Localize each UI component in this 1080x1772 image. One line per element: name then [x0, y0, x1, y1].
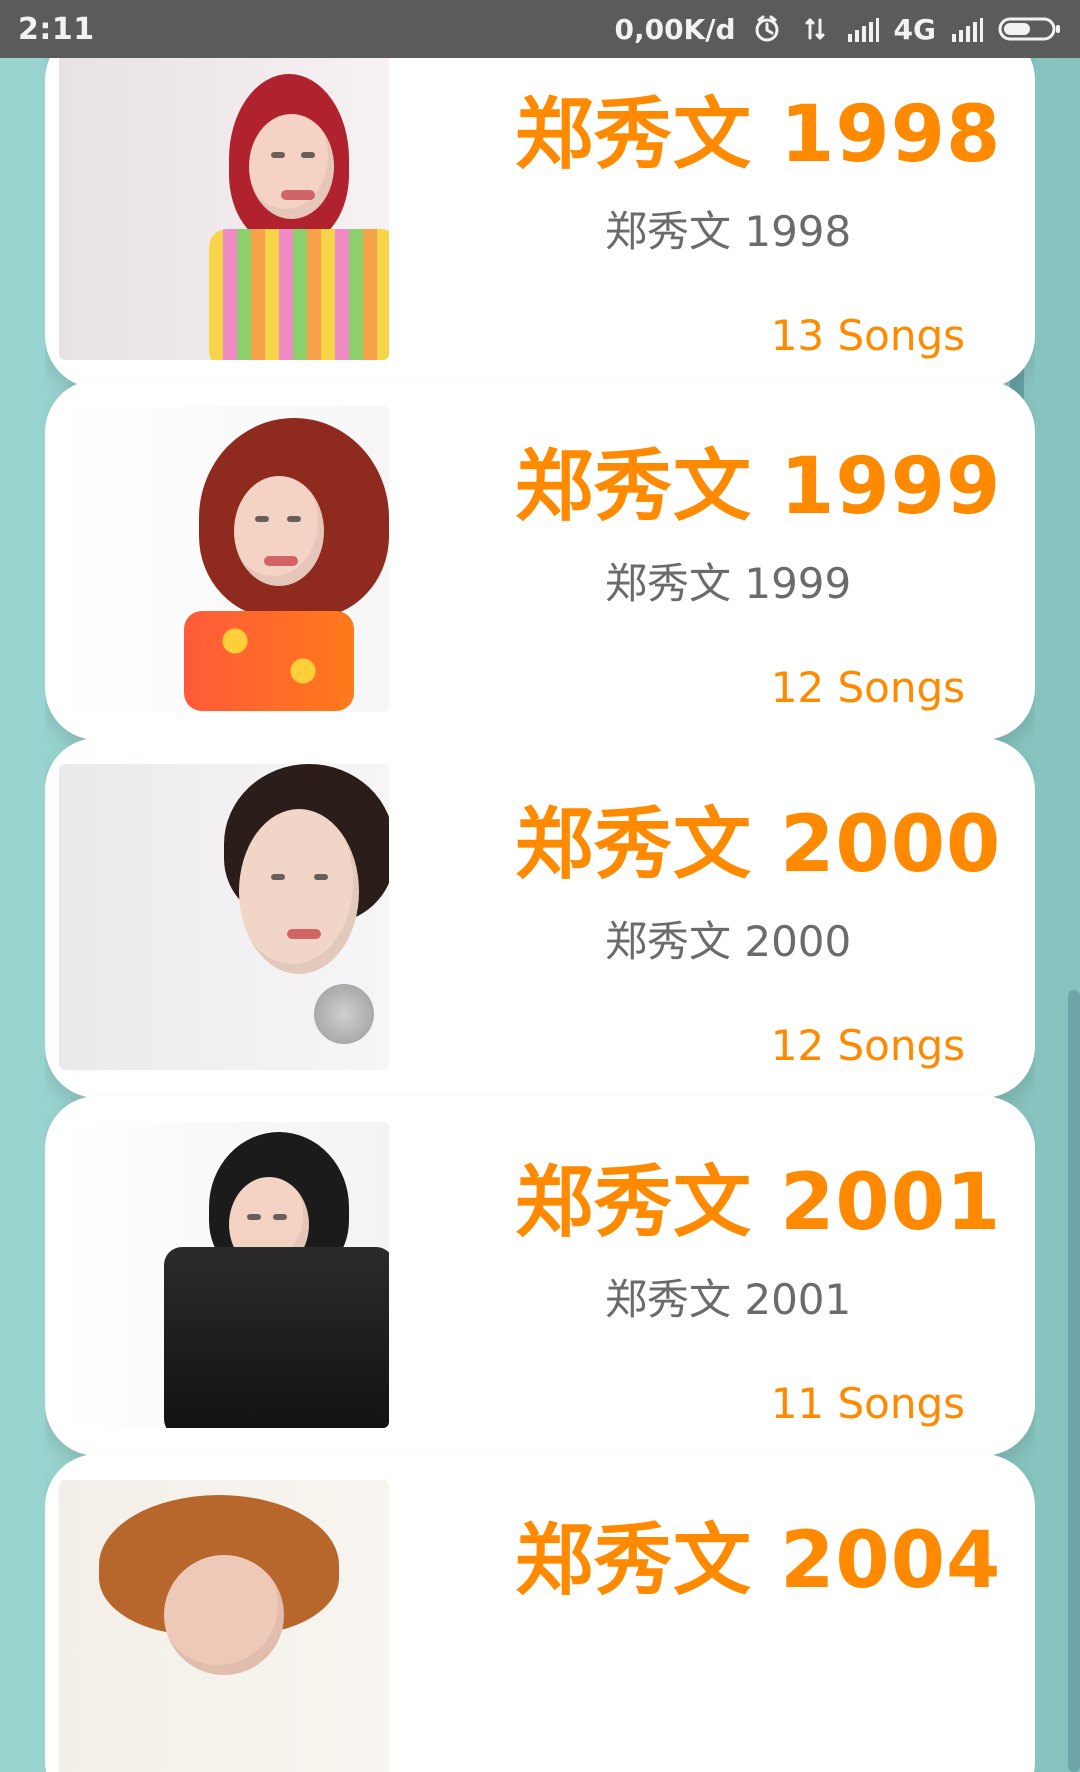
album-song-count: 12 Songs: [770, 663, 965, 712]
album-song-count: 12 Songs: [770, 1021, 965, 1070]
album-title: 郑秀文 2001: [515, 1158, 1002, 1248]
signal-icon: [846, 12, 880, 46]
album-cover-clothing: [164, 1247, 389, 1428]
album-cover-lip: [281, 190, 315, 200]
album-cover-eye: [301, 152, 315, 158]
album-cover-eye: [273, 1214, 287, 1220]
album-title: 郑秀文 1998: [515, 90, 1002, 180]
album-title: 郑秀文 1999: [515, 442, 1002, 532]
album-song-count: 13 Songs: [770, 311, 965, 360]
album-cover: [59, 406, 389, 712]
album-cover-face: [164, 1555, 284, 1675]
album-card[interactable]: 郑秀文 1999 郑秀文 1999 12 Songs: [45, 380, 1035, 740]
album-cover-eye: [271, 152, 285, 158]
album-card[interactable]: 郑秀文 2000 郑秀文 2000 12 Songs: [45, 738, 1035, 1098]
status-bar: 2:11 0,00K/d 4G: [0, 0, 1080, 58]
scrollbar[interactable]: [1068, 990, 1080, 1772]
album-card[interactable]: 郑秀文 2004: [45, 1454, 1035, 1772]
status-time: 2:11: [18, 11, 95, 47]
status-right: 0,00K/d 4G: [614, 12, 1062, 46]
album-card[interactable]: 郑秀文 1998 郑秀文 1998 13 Songs: [45, 58, 1035, 388]
album-subtitle: 郑秀文 2000: [605, 917, 852, 966]
album-song-count: 11 Songs: [770, 1379, 965, 1428]
network-type: 4G: [893, 12, 936, 46]
album-cover-accent: [314, 984, 374, 1044]
album-cover: [59, 1480, 389, 1772]
album-cover-eye: [271, 874, 285, 880]
album-list[interactable]: 郑秀文 1998 郑秀文 1998 13 Songs 郑秀文 1999 郑秀文 …: [45, 58, 1035, 1772]
alarm-icon: [750, 12, 784, 46]
album-cover-face: [249, 114, 334, 219]
album-subtitle: 郑秀文 1999: [605, 559, 852, 608]
network-speed: 0,00K/d: [614, 12, 736, 46]
signal-icon-2: [950, 12, 984, 46]
album-cover: [59, 764, 389, 1070]
battery-icon: [998, 12, 1062, 46]
album-title: 郑秀文 2000: [515, 800, 1002, 890]
album-subtitle: 郑秀文 1998: [605, 207, 852, 256]
album-cover-face: [239, 809, 359, 974]
album-cover-lip: [287, 929, 321, 939]
album-cover-eye: [287, 516, 301, 522]
album-cover-eye: [314, 874, 328, 880]
album-card[interactable]: 郑秀文 2001 郑秀文 2001 11 Songs: [45, 1096, 1035, 1456]
album-subtitle: 郑秀文 2001: [605, 1275, 852, 1324]
album-cover-eye: [255, 516, 269, 522]
album-cover: [59, 58, 389, 360]
album-title: 郑秀文 2004: [515, 1516, 1002, 1606]
album-cover: [59, 1122, 389, 1428]
data-transfer-icon: [798, 12, 832, 46]
album-cover-lip: [264, 556, 298, 566]
album-cover-eye: [247, 1214, 261, 1220]
album-cover-clothing: [209, 229, 389, 360]
album-cover-face: [234, 476, 324, 586]
album-cover-top: [184, 611, 354, 711]
